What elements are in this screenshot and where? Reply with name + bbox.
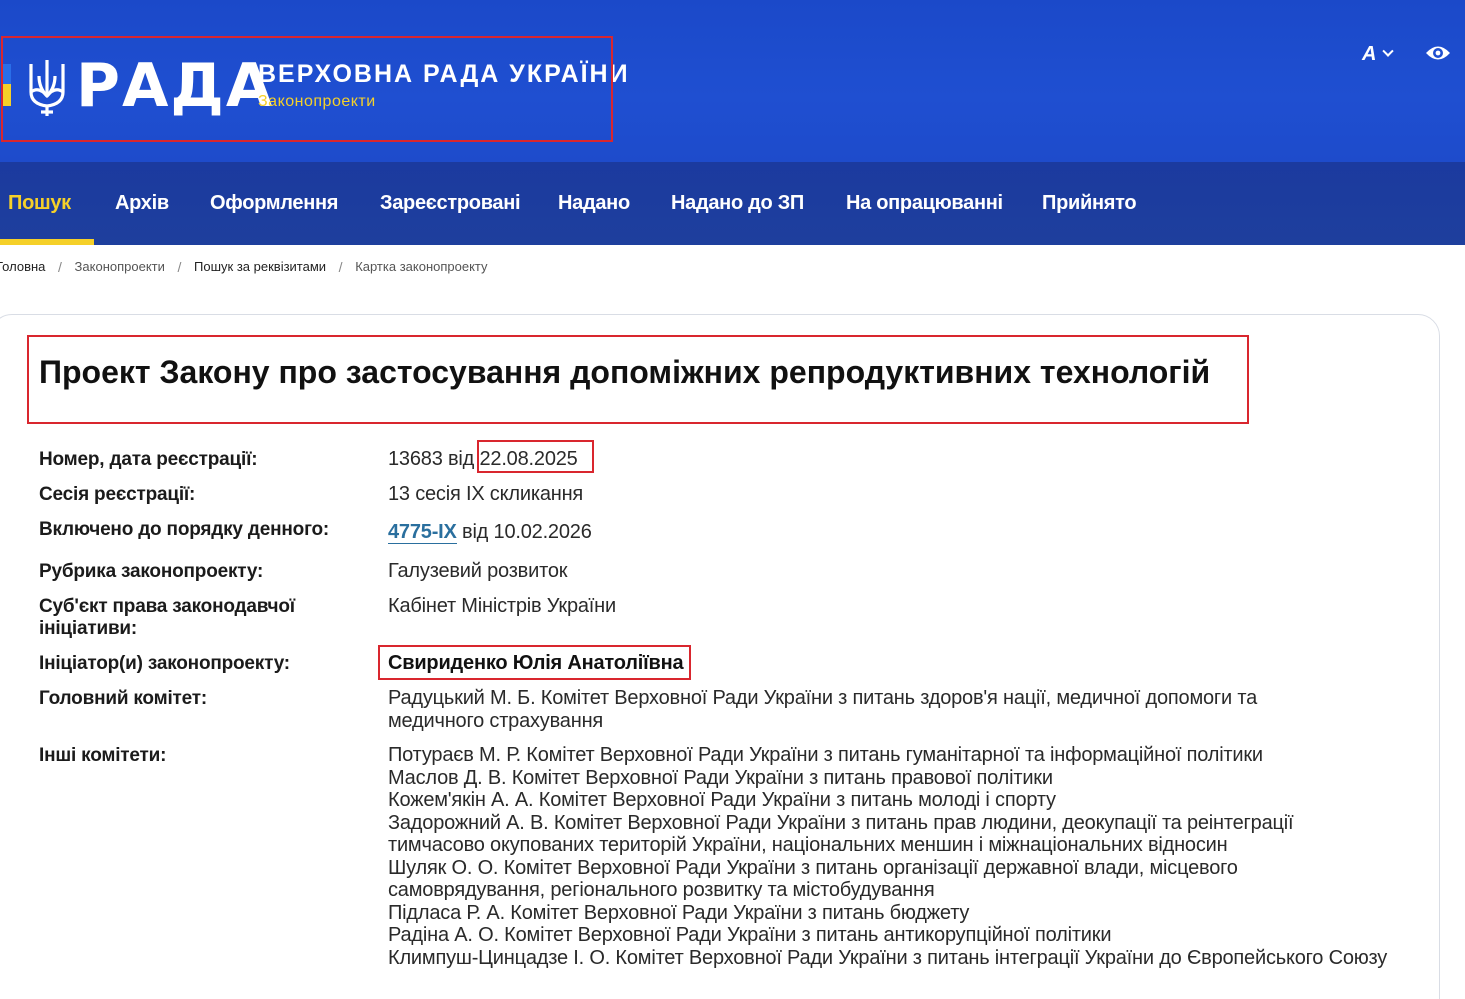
- nav-item-in-progress[interactable]: На опрацюванні: [846, 162, 1003, 245]
- logo-highlight-box: [1, 36, 613, 142]
- nav-item-adopted[interactable]: Прийнято: [1042, 162, 1137, 245]
- eye-icon[interactable]: [1425, 42, 1451, 64]
- committee-item: Задорожний А. В. Комітет Верховної Ради …: [388, 811, 1294, 857]
- nav-item-archive[interactable]: Архів: [115, 162, 169, 245]
- breadcrumb-separator: /: [338, 258, 343, 275]
- active-tab-indicator: [0, 239, 94, 245]
- breadcrumb-separator: /: [58, 258, 62, 275]
- from-word: від: [462, 521, 489, 543]
- value-main-committee: Радуцький М. Б. Комітет Верховної Ради У…: [388, 687, 1258, 732]
- committee-item: Радіна А. О. Комітет Верховної Ради Укра…: [388, 924, 1112, 946]
- nav-item-submitted-to-zp[interactable]: Надано до ЗП: [671, 162, 804, 245]
- committee-item: Климпуш-Цинцадзе І. О. Комітет Верховної…: [388, 946, 1388, 969]
- nav-item-drafting[interactable]: Оформлення: [210, 162, 338, 245]
- value-other-committees: Потураєв М. Р. Комітет Верховної Ради Ук…: [388, 744, 1388, 969]
- label-number-date: Номер, дата реєстрації:: [39, 449, 258, 470]
- breadcrumb-home[interactable]: Головна: [0, 259, 45, 274]
- label-other-committees: Інші комітети:: [39, 745, 167, 766]
- committee-item: Шуляк О. О. Комітет Верховної Ради Украї…: [388, 856, 1238, 902]
- value-rubric: Галузевий розвиток: [388, 560, 568, 582]
- nav-item-submitted[interactable]: Надано: [558, 162, 630, 245]
- value-subject: Кабінет Міністрів України: [388, 595, 616, 617]
- nav-item-registered[interactable]: Зареєстровані: [380, 162, 521, 245]
- font-size-icon: A: [1362, 42, 1377, 65]
- committee-item: Кожем'якін А. А. Комітет Верховної Ради …: [388, 789, 1056, 811]
- nav-item-search[interactable]: Пошук: [8, 162, 71, 245]
- committee-item: Маслов Д. В. Комітет Верховної Ради Укра…: [388, 766, 1053, 789]
- bill-number: 13683: [388, 448, 443, 470]
- breadcrumb-current: Картка законопроекту: [355, 259, 488, 275]
- agenda-resolution-link[interactable]: 4775-IX: [388, 521, 457, 544]
- label-rubric: Рубрика законопроекту:: [39, 561, 264, 582]
- from-word: від: [447, 448, 475, 470]
- breadcrumb-search[interactable]: Пошук за реквізитами: [194, 259, 326, 274]
- chevron-down-icon: [1382, 45, 1395, 57]
- value-session: 13 сесія IX скликання: [388, 483, 584, 505]
- date-highlight-box: [477, 440, 594, 473]
- label-initiator: Ініціатор(и) законопроекту:: [39, 653, 290, 674]
- label-subject: Суб'єкт права законодавчої ініціативи:: [39, 596, 295, 639]
- value-agenda: 4775-IX від 10.02.2026: [388, 521, 592, 544]
- title-highlight-box: [27, 335, 1249, 424]
- committee-item: Потураєв М. Р. Комітет Верховної Ради Ук…: [388, 744, 1263, 766]
- label-agenda: Включено до порядку денного:: [39, 519, 330, 540]
- agenda-date: 10.02.2026: [493, 521, 592, 543]
- initiator-highlight-box: [378, 645, 691, 680]
- label-session: Сесія реєстрації:: [39, 484, 196, 505]
- main-nav: Пошук Архів Оформлення Зареєстровані Над…: [0, 162, 1465, 245]
- font-size-toggle[interactable]: A: [1362, 40, 1408, 68]
- breadcrumb: Головна / Законопроекти / Пошук за рекві…: [0, 258, 488, 282]
- label-main-committee: Головний комітет:: [39, 688, 207, 709]
- breadcrumb-bills[interactable]: Законопроекти: [75, 259, 165, 274]
- committee-item: Підласа Р. А. Комітет Верховної Ради Укр…: [388, 901, 970, 924]
- breadcrumb-separator: /: [177, 258, 182, 275]
